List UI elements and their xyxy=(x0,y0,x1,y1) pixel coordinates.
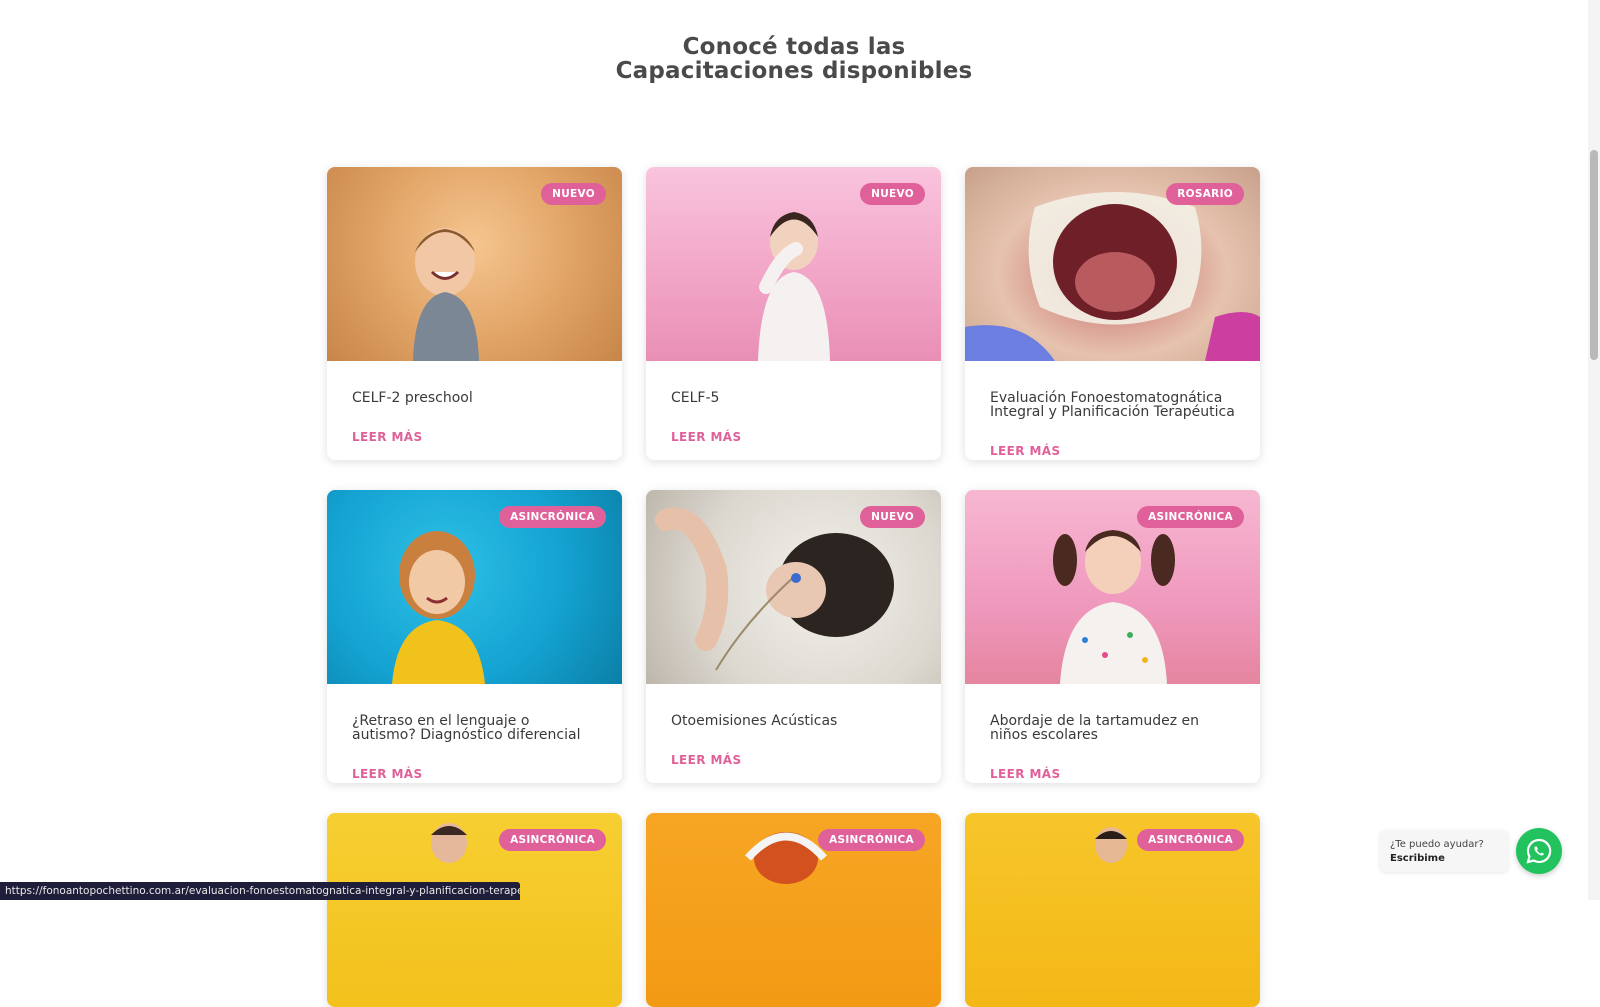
course-image[interactable]: ASINCRÓNICA xyxy=(965,490,1260,684)
read-more-link[interactable]: LEER MÁS xyxy=(990,767,1061,781)
course-card[interactable]: ASINCRÓNICA xyxy=(327,813,622,1007)
read-more-link[interactable]: LEER MÁS xyxy=(990,444,1061,458)
read-more-link[interactable]: LEER MÁS xyxy=(671,753,742,767)
card-title[interactable]: Otoemisiones Acústicas xyxy=(671,714,916,728)
page-title: Conocé todas las Capacitaciones disponib… xyxy=(0,35,1588,83)
course-image[interactable]: ASINCRÓNICA xyxy=(327,813,622,1007)
scrollbar[interactable] xyxy=(1588,0,1600,900)
scrollbar-thumb[interactable] xyxy=(1590,150,1598,360)
page-title-line-2: Capacitaciones disponibles xyxy=(615,58,973,85)
course-image[interactable]: NUEVO xyxy=(646,490,941,684)
status-bar-url: https://fonoantopochettino.com.ar/evalua… xyxy=(0,882,520,900)
read-more-link[interactable]: LEER MÁS xyxy=(671,430,742,444)
card-badge: NUEVO xyxy=(860,506,925,528)
course-image[interactable]: ASINCRÓNICA xyxy=(965,813,1260,1007)
course-image[interactable]: ASINCRÓNICA xyxy=(646,813,941,1007)
course-card[interactable]: NUEVO CELF-5 LEER MÁS xyxy=(646,167,941,460)
card-title[interactable]: CELF-2 preschool xyxy=(352,391,597,405)
card-badge: ASINCRÓNICA xyxy=(1137,506,1244,528)
page-title-line-1: Conocé todas las xyxy=(682,34,906,61)
course-card[interactable]: ASINCRÓNICA Abordaje de la tartamudez en… xyxy=(965,490,1260,783)
card-badge: ROSARIO xyxy=(1166,183,1244,205)
course-card[interactable]: ASINCRÓNICA xyxy=(965,813,1260,1007)
card-badge: ASINCRÓNICA xyxy=(499,506,606,528)
course-card[interactable]: NUEVO Otoemisiones Acústicas LEER MÁS xyxy=(646,490,941,783)
course-grid: NUEVO CELF-2 preschool LEER MÁS NUEVO CE… xyxy=(327,167,1261,1007)
read-more-link[interactable]: LEER MÁS xyxy=(352,767,423,781)
card-badge: ASINCRÓNICA xyxy=(818,829,925,851)
course-image[interactable]: ROSARIO xyxy=(965,167,1260,361)
card-badge: ASINCRÓNICA xyxy=(499,829,606,851)
card-title[interactable]: CELF-5 xyxy=(671,391,916,405)
card-badge: NUEVO xyxy=(860,183,925,205)
whatsapp-button[interactable] xyxy=(1516,828,1562,874)
chat-prompt[interactable]: ¿Te puedo ayudar? Escribime xyxy=(1380,830,1508,872)
course-image[interactable]: ASINCRÓNICA xyxy=(327,490,622,684)
chat-question: ¿Te puedo ayudar? xyxy=(1390,839,1484,850)
course-card[interactable]: NUEVO CELF-2 preschool LEER MÁS xyxy=(327,167,622,460)
course-card[interactable]: ROSARIO Evaluación Fonoestomatognática I… xyxy=(965,167,1260,460)
card-title[interactable]: Abordaje de la tartamudez en niños escol… xyxy=(990,714,1235,742)
card-title[interactable]: Evaluación Fonoestomatognática Integral … xyxy=(990,391,1235,419)
card-badge: ASINCRÓNICA xyxy=(1137,829,1244,851)
card-badge: NUEVO xyxy=(541,183,606,205)
course-image[interactable]: NUEVO xyxy=(327,167,622,361)
course-card[interactable]: ASINCRÓNICA ¿Retraso en el lenguaje o au… xyxy=(327,490,622,783)
whatsapp-icon xyxy=(1526,838,1552,864)
card-title[interactable]: ¿Retraso en el lenguaje o autismo? Diagn… xyxy=(352,714,597,742)
chat-action[interactable]: Escribime xyxy=(1390,851,1498,867)
course-card[interactable]: ASINCRÓNICA xyxy=(646,813,941,1007)
course-image[interactable]: NUEVO xyxy=(646,167,941,361)
read-more-link[interactable]: LEER MÁS xyxy=(352,430,423,444)
